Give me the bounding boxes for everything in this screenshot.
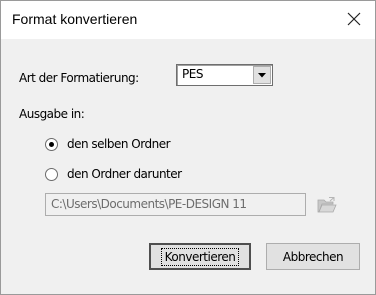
convert-button-label: Konvertieren — [160, 247, 240, 266]
format-type-label: Art der Formatierung: — [19, 71, 139, 85]
convert-button[interactable]: Konvertieren — [149, 243, 251, 270]
format-type-select[interactable]: PES — [176, 64, 273, 86]
radio-same-folder[interactable]: den selben Ordner — [45, 137, 171, 151]
radio-same-folder-label: den selben Ordner — [67, 137, 171, 151]
radio-subfolder[interactable]: den Ordner darunter — [45, 167, 182, 181]
dropdown-button[interactable] — [253, 66, 271, 84]
cancel-button[interactable]: Abbrechen — [266, 243, 360, 270]
output-path-field: C:\Users\Documents\PE-DESIGN 11 — [45, 193, 306, 216]
radio-button[interactable] — [45, 137, 58, 151]
browse-folder-button — [315, 193, 339, 216]
radio-subfolder-label: den Ordner darunter — [67, 167, 182, 181]
chevron-down-icon — [258, 72, 266, 77]
format-convert-dialog: Format konvertieren Art der Formatierung… — [0, 0, 376, 295]
close-button[interactable] — [343, 7, 365, 31]
output-label: Ausgabe in: — [19, 107, 85, 121]
format-type-value: PES — [182, 67, 203, 81]
radio-button[interactable] — [45, 167, 58, 181]
close-icon — [347, 12, 361, 26]
cancel-button-label: Abbrechen — [282, 249, 344, 264]
title-bar: Format konvertieren — [1, 1, 375, 39]
window-title: Format konvertieren — [12, 11, 138, 27]
folder-open-icon — [317, 196, 337, 212]
